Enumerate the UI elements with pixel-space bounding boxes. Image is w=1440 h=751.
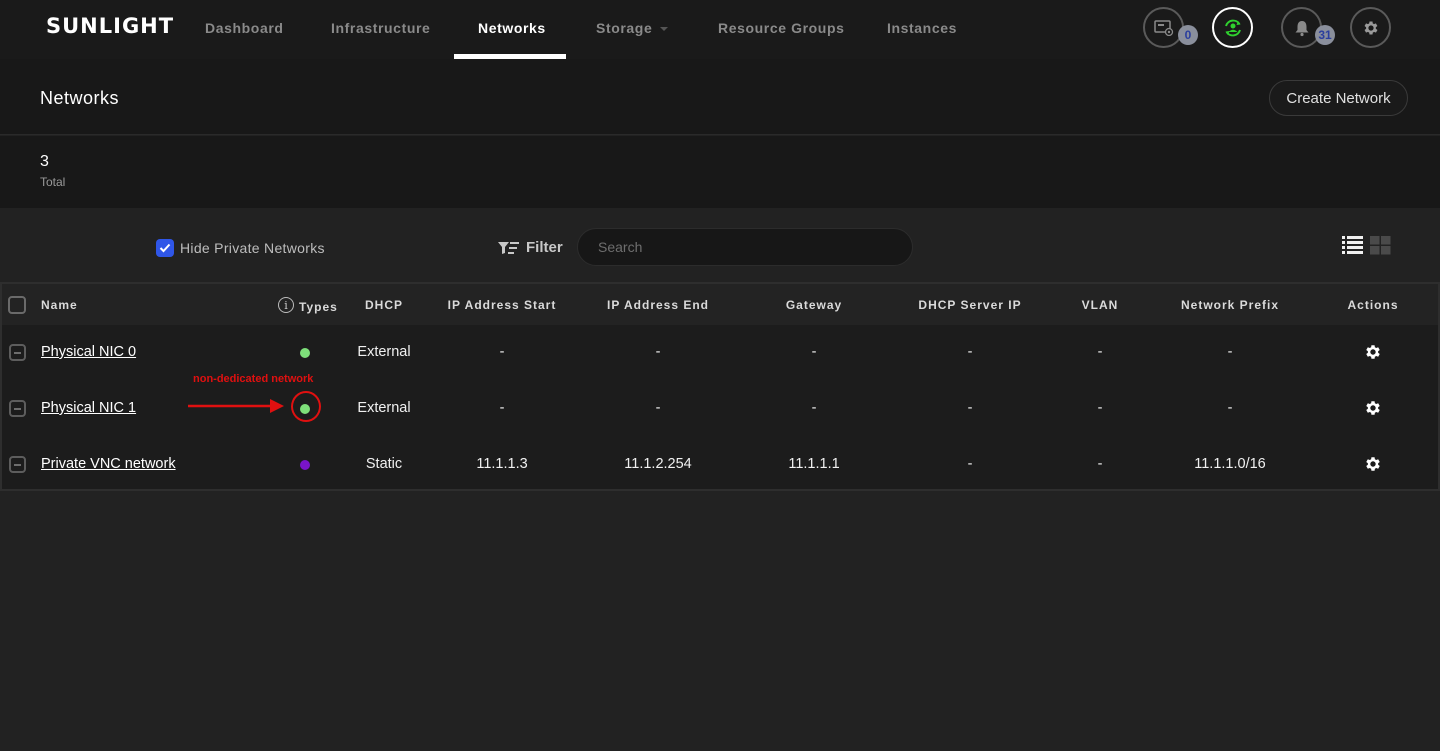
filter-button[interactable]: Filter bbox=[498, 239, 563, 256]
row-select-checkbox[interactable] bbox=[9, 456, 26, 473]
ip-end-cell: - bbox=[655, 344, 661, 360]
sim-card-icon bbox=[1153, 19, 1173, 36]
network-type-dot bbox=[300, 460, 310, 470]
hide-private-networks-checkbox[interactable] bbox=[156, 239, 174, 257]
top-nav-bar: SUNLIGHT Dashboard Infrastructure Networ… bbox=[0, 0, 1440, 59]
network-prefix-cell: - bbox=[1227, 400, 1233, 416]
network-name-link[interactable]: Physical NIC 1 bbox=[41, 400, 136, 416]
col-gateway[interactable]: Gateway bbox=[786, 298, 842, 312]
network-prefix-cell: 11.1.1.0/16 bbox=[1194, 456, 1266, 472]
vlan-cell: - bbox=[1097, 400, 1103, 416]
network-name-link[interactable]: Physical NIC 0 bbox=[41, 344, 136, 360]
annotation-arrow-icon bbox=[188, 399, 284, 413]
dhcp-cell: External bbox=[357, 344, 411, 360]
col-network-prefix[interactable]: Network Prefix bbox=[1181, 298, 1279, 312]
ip-start-cell: - bbox=[499, 400, 505, 416]
col-actions: Actions bbox=[1347, 298, 1399, 312]
hide-private-networks-label[interactable]: Hide Private Networks bbox=[180, 240, 325, 256]
chevron-down-icon bbox=[660, 27, 669, 32]
dhcp-cell: Static bbox=[365, 456, 403, 472]
notifications-button[interactable] bbox=[1281, 7, 1322, 48]
dhcp-server-ip-cell: - bbox=[967, 400, 973, 416]
col-dhcp[interactable]: DHCP bbox=[365, 298, 403, 312]
vlan-cell: - bbox=[1097, 344, 1103, 360]
nav-networks[interactable]: Networks bbox=[478, 20, 546, 36]
dhcp-server-ip-cell: - bbox=[967, 344, 973, 360]
filter-label: Filter bbox=[526, 239, 563, 256]
nav-dashboard[interactable]: Dashboard bbox=[205, 20, 284, 36]
settings-button[interactable] bbox=[1350, 7, 1391, 48]
row-actions-gear-icon[interactable] bbox=[1364, 399, 1382, 417]
search-input[interactable] bbox=[577, 228, 913, 266]
grid-view-icon[interactable] bbox=[1370, 236, 1391, 255]
col-vlan[interactable]: VLAN bbox=[1082, 298, 1119, 312]
row-actions-gear-icon[interactable] bbox=[1364, 455, 1382, 473]
nav-resource-groups[interactable]: Resource Groups bbox=[718, 20, 844, 36]
notifications-badge: 31 bbox=[1315, 25, 1335, 45]
vlan-cell: - bbox=[1097, 456, 1103, 472]
annotation-circle bbox=[291, 391, 321, 422]
networks-table: Name i Types DHCP IP Address Start IP Ad… bbox=[0, 282, 1440, 491]
page-header: Networks Create Network bbox=[0, 59, 1440, 135]
network-name-link[interactable]: Private VNC network bbox=[41, 456, 176, 472]
col-ip-end[interactable]: IP Address End bbox=[607, 298, 709, 312]
select-all-checkbox[interactable] bbox=[8, 296, 26, 314]
list-view-icon[interactable] bbox=[1342, 236, 1363, 254]
dhcp-server-ip-cell: - bbox=[967, 456, 973, 472]
nav-storage[interactable]: Storage bbox=[596, 20, 669, 36]
user-sync-icon bbox=[1224, 19, 1241, 36]
nav-infrastructure[interactable]: Infrastructure bbox=[331, 20, 430, 36]
gateway-cell: - bbox=[811, 344, 817, 360]
row-select-checkbox[interactable] bbox=[9, 344, 26, 361]
row-actions-gear-icon[interactable] bbox=[1364, 343, 1382, 361]
user-sync-button[interactable] bbox=[1212, 7, 1253, 48]
ip-start-cell: - bbox=[499, 344, 505, 360]
total-count: 3 bbox=[40, 153, 49, 170]
sim-card-badge: 0 bbox=[1178, 25, 1198, 45]
col-ip-start[interactable]: IP Address Start bbox=[448, 298, 557, 312]
col-name[interactable]: Name bbox=[41, 298, 78, 312]
bell-icon bbox=[1295, 20, 1308, 36]
sim-card-button[interactable] bbox=[1143, 7, 1184, 48]
create-network-button[interactable]: Create Network bbox=[1269, 80, 1408, 116]
gateway-cell: 11.1.1.1 bbox=[788, 456, 840, 472]
col-types[interactable]: Types bbox=[299, 300, 338, 314]
filter-icon bbox=[498, 241, 519, 254]
row-select-checkbox[interactable] bbox=[9, 400, 26, 417]
ip-end-cell: 11.1.2.254 bbox=[624, 456, 692, 472]
table-row: Private VNC network Static 11.1.1.3 11.1.2.… bbox=[2, 437, 1438, 493]
ip-start-cell: 11.1.1.3 bbox=[476, 456, 528, 472]
dhcp-cell: External bbox=[357, 400, 411, 416]
gear-icon bbox=[1364, 20, 1377, 35]
annotation-label: non-dedicated network bbox=[193, 373, 314, 385]
table-header: Name i Types DHCP IP Address Start IP Ad… bbox=[2, 284, 1438, 325]
info-icon[interactable]: i bbox=[278, 297, 294, 313]
ip-end-cell: - bbox=[655, 400, 661, 416]
nav-instances[interactable]: Instances bbox=[887, 20, 957, 36]
page-title: Networks bbox=[40, 88, 120, 108]
gateway-cell: - bbox=[811, 400, 817, 416]
network-prefix-cell: - bbox=[1227, 344, 1233, 360]
col-dhcp-server-ip[interactable]: DHCP Server IP bbox=[918, 298, 1021, 312]
checkmark-icon bbox=[159, 243, 171, 253]
network-type-dot bbox=[300, 348, 310, 358]
nav-storage-label: Storage bbox=[596, 20, 653, 36]
total-label: Total bbox=[40, 175, 66, 189]
stats-panel: 3 Total bbox=[0, 136, 1440, 208]
sunlight-logo[interactable]: SUNLIGHT bbox=[46, 14, 174, 38]
